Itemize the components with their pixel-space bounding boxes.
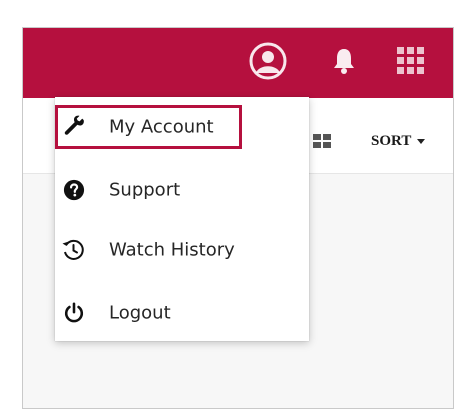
menu-item-label: Support bbox=[109, 179, 181, 201]
menu-item-label: Logout bbox=[109, 302, 171, 324]
menu-item-my-account[interactable]: My Account bbox=[55, 105, 309, 153]
menu-item-logout[interactable]: Logout bbox=[55, 288, 309, 338]
account-dropdown-menu: My Account Support Watch History Logout bbox=[55, 97, 309, 341]
menu-item-support[interactable]: Support bbox=[55, 165, 309, 215]
menu-item-label: My Account bbox=[109, 116, 214, 138]
caret-down-icon bbox=[417, 138, 426, 144]
menu-item-label: Watch History bbox=[109, 239, 235, 261]
wrench-icon bbox=[64, 115, 84, 135]
history-icon bbox=[62, 239, 84, 260]
sort-dropdown[interactable]: SORT bbox=[371, 130, 426, 152]
grid-view-icon[interactable] bbox=[313, 134, 331, 148]
top-bar bbox=[23, 28, 453, 98]
sort-label: SORT bbox=[371, 132, 412, 149]
power-icon bbox=[64, 302, 84, 323]
account-circle-icon[interactable] bbox=[249, 42, 287, 80]
help-icon bbox=[63, 179, 85, 201]
bell-icon[interactable] bbox=[333, 48, 355, 74]
menu-item-watch-history[interactable]: Watch History bbox=[55, 225, 309, 275]
apps-grid-icon[interactable] bbox=[397, 47, 425, 75]
